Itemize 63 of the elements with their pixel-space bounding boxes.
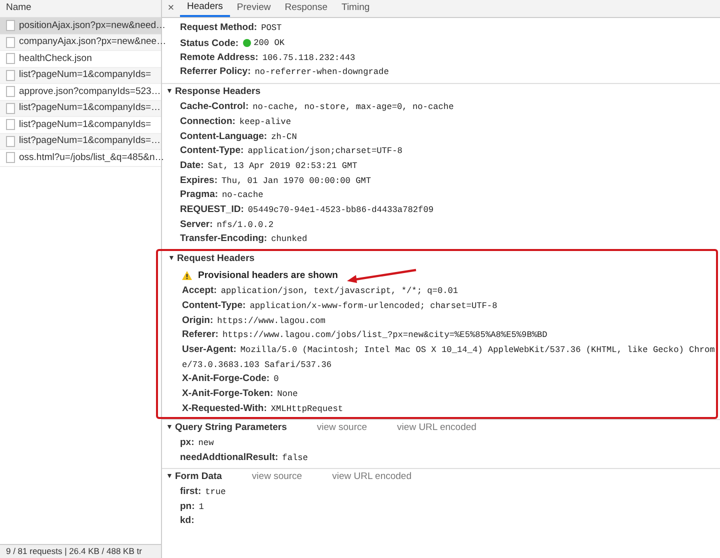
header-line: Origin: https://www.lagou.com [182, 314, 326, 328]
header-line: Cache-Control: no-cache, no-store, max-age=0, no-cache [180, 100, 455, 114]
file-icon [6, 152, 15, 164]
header-line: X-Anit-Forge-Token: None [182, 387, 299, 402]
header-line: X-Requested-With: XMLHttpRequest [182, 402, 344, 416]
header-line: Content-Type: application/x-www-form-urlencoded; charset=UTF-8 [182, 298, 498, 313]
header-line: kd: [180, 514, 196, 528]
status-bar: 9 / 81 requests | 26.4 KB / 488 KB tr [0, 544, 161, 558]
header-line: Referrer Policy: no-referrer-when-downgrade [180, 65, 390, 80]
header-line: first: true [180, 484, 227, 499]
request-name: list?pageNum=1&companyIds= [19, 118, 152, 132]
header-line: pn: 1 [180, 500, 205, 514]
header-line: Connection: keep-alive [180, 114, 292, 129]
header-line: needAddtionalResult: false [180, 451, 309, 466]
file-icon [6, 119, 15, 130]
header-line: REQUEST_ID: 05449c70-94e1-4523-bb86-d4433a782f09 [180, 203, 435, 218]
request-name: approve.json?companyIds=523… [19, 84, 161, 99]
tab[interactable]: Timing [334, 0, 377, 17]
header-line: Accept: application/json, text/javascript, */*; q=0.01 [182, 284, 460, 298]
view-link[interactable]: view URL encoded [397, 421, 476, 436]
status-value: 200 OK [254, 36, 285, 50]
file-icon [6, 53, 15, 64]
request-row[interactable]: oss.html?u=/jobs/list_&q=485&n… [0, 150, 161, 166]
header-line: Remote Address: 106.75.118.232:443 [180, 50, 356, 65]
file-icon [6, 20, 15, 32]
request-name: list?pageNum=1&companyIds= [19, 68, 152, 82]
header-line: X-Anit-Forge-Code: 0 [182, 372, 280, 386]
tab[interactable]: Response [278, 0, 334, 17]
request-row[interactable]: list?pageNum=1&companyIds=… [0, 100, 161, 117]
request-row[interactable]: approve.json?companyIds=523… [0, 84, 161, 100]
request-name: list?pageNum=1&companyIds=… [19, 101, 161, 116]
request-row[interactable]: list?pageNum=1&companyIds=… [0, 134, 161, 150]
header-line: Date: Sat, 13 Apr 2019 02:53:21 GMT [180, 158, 358, 173]
header-line: User-Agent: Mozilla/5.0 (Macintosh; Intel Mac OS X 10_14_4) AppleWebKit/537.36 (KHTML, like Gecko) Chrome/73.0.3683.103 Safari/537.36 [182, 342, 716, 372]
header-name: Status Code: [180, 36, 239, 51]
request-row[interactable]: healthCheck.json [0, 51, 161, 68]
view-link[interactable]: view source [252, 470, 302, 484]
request-row[interactable]: list?pageNum=1&companyIds= [0, 117, 161, 134]
column-header[interactable]: Name [0, 0, 161, 18]
warning-icon [182, 271, 192, 280]
file-icon [6, 70, 15, 81]
close-button[interactable]: × [162, 0, 180, 17]
file-icon [6, 136, 15, 147]
tab[interactable]: Preview [230, 0, 278, 17]
header-line: Expires: Thu, 01 Jan 1970 00:00:00 GMT [180, 174, 372, 188]
file-icon [6, 102, 15, 114]
header-line: Server: nfs/1.0.0.2 [180, 218, 274, 232]
request-row[interactable]: list?pageNum=1&companyIds= [0, 68, 161, 84]
view-link[interactable]: view source [316, 421, 368, 436]
header-line: Referer: https://www.lagou.com/jobs/list_?px=new&city=%E5%85%A8%E5%9B%BD [182, 328, 548, 342]
request-name: list?pageNum=1&companyIds=… [19, 134, 161, 148]
file-icon [6, 36, 15, 48]
request-name: healthCheck.json [19, 52, 92, 66]
warning-text: Provisional headers are shown [198, 268, 338, 283]
header-line: Content-Language: zh-CN [180, 130, 298, 144]
header-line: Pragma: no-cache [180, 188, 264, 202]
tab[interactable]: Headers [180, 0, 230, 17]
header-line: Transfer-Encoding: chunked [180, 232, 308, 246]
header-line: px: new [180, 436, 215, 450]
view-link[interactable]: view URL encoded [332, 470, 412, 484]
header-line: Request Method: POST [180, 21, 283, 35]
file-icon [6, 86, 15, 98]
header-line: Content-Type: application/json;charset=UTF-8 [180, 144, 404, 158]
